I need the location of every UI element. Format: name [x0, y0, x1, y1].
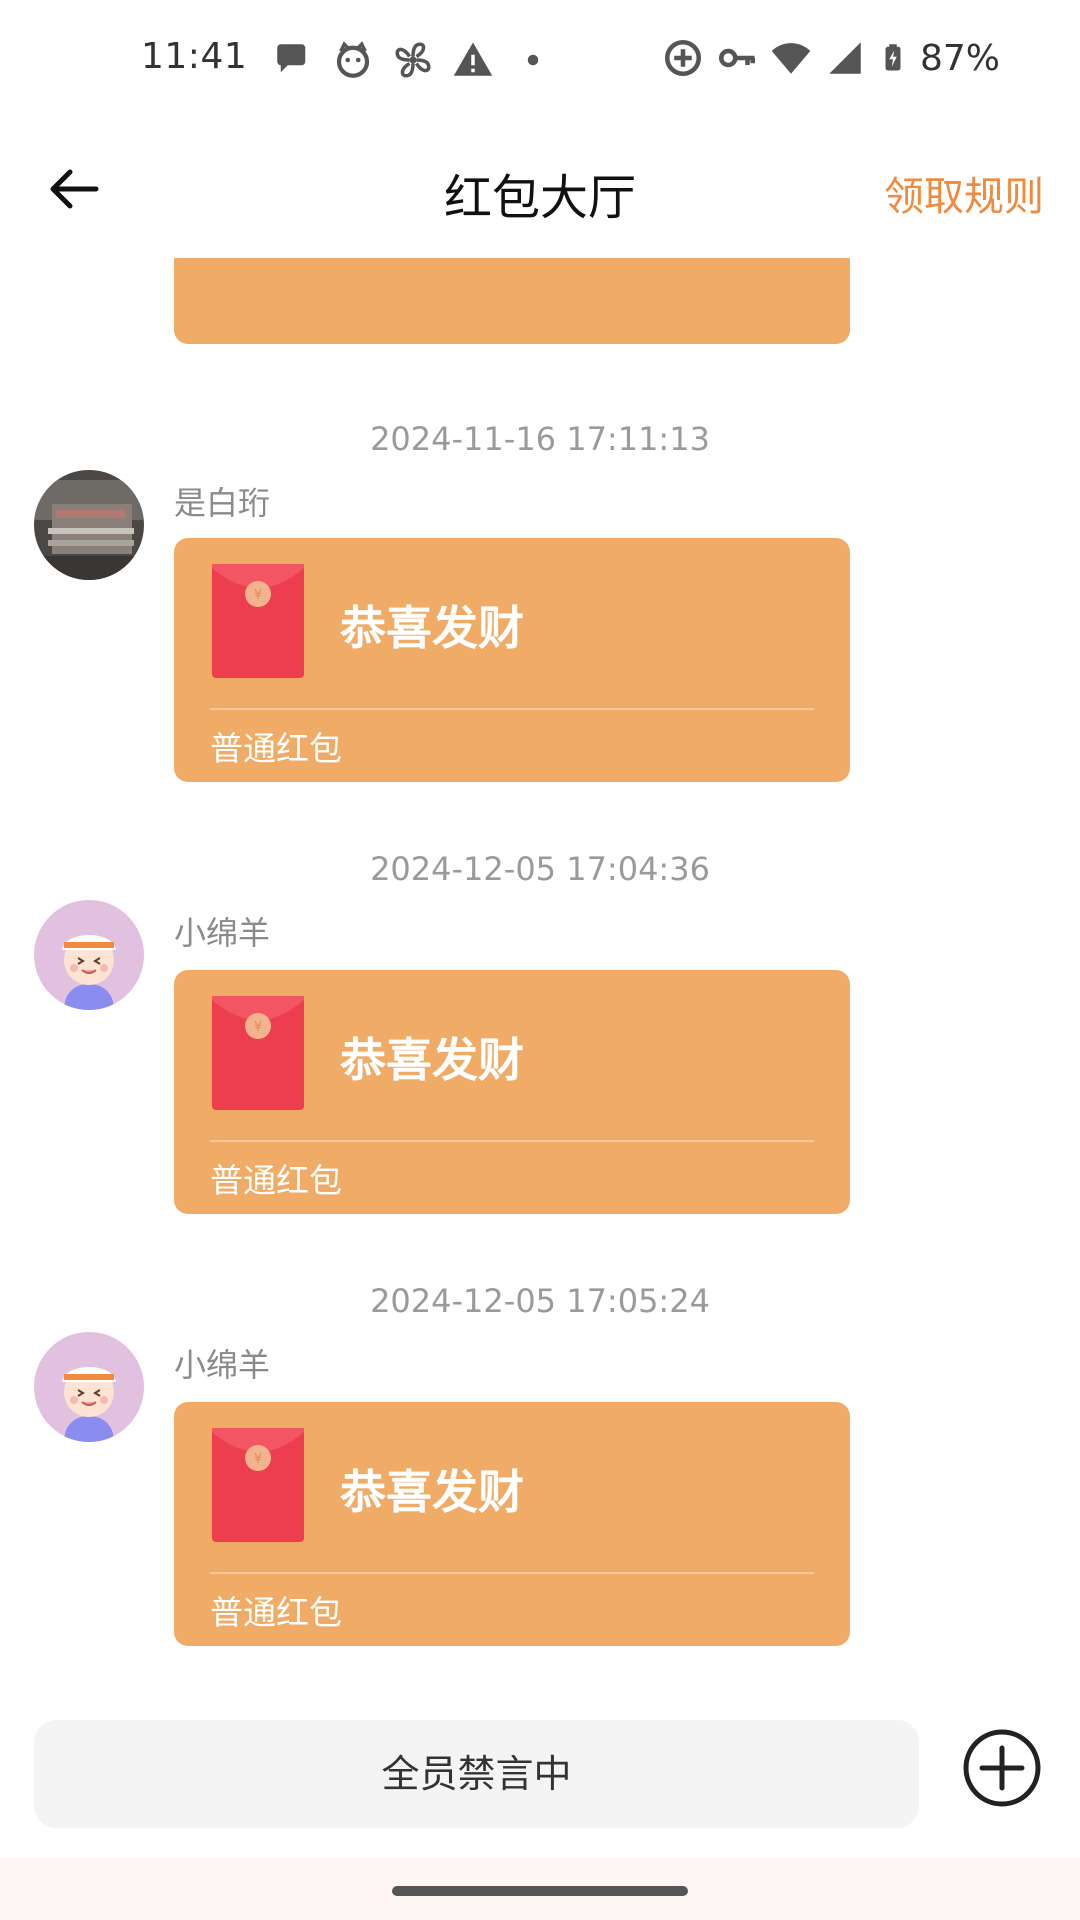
red-packet-card[interactable]: 普通红包	[174, 258, 850, 344]
avatar[interactable]	[34, 900, 144, 1010]
app-header: 红包大厅 领取规则	[0, 118, 1080, 258]
packet-title: 恭喜发财	[340, 1465, 524, 1519]
system-icons: 87%	[662, 36, 1000, 80]
notification-icons	[272, 40, 554, 80]
message-timestamp: 2024-12-05 17:04:36	[370, 850, 710, 888]
dot-icon	[527, 54, 539, 66]
packet-divider	[210, 708, 814, 710]
warning-icon	[453, 42, 493, 76]
red-envelope-icon: ¥	[212, 564, 304, 678]
svg-text:¥: ¥	[254, 1020, 262, 1035]
status-time: 11:41	[141, 36, 248, 77]
sender-name: 小绵羊	[174, 914, 271, 952]
svg-text:¥: ¥	[254, 588, 262, 603]
chat-bubble-icon	[277, 44, 306, 73]
sender-name: 是白珩	[174, 484, 271, 522]
red-envelope-icon: ¥	[212, 996, 304, 1110]
svg-text:¥: ¥	[254, 1452, 262, 1467]
red-packet-card[interactable]: ¥ 恭喜发财 普通红包	[174, 538, 850, 782]
rules-link[interactable]: 领取规则	[884, 164, 1044, 222]
red-packet-card[interactable]: ¥ 恭喜发财 普通红包	[174, 1402, 850, 1646]
wifi-icon	[771, 43, 811, 74]
sender-name: 小绵羊	[174, 1346, 271, 1384]
home-indicator[interactable]	[392, 1886, 688, 1896]
packet-title: 恭喜发财	[340, 1033, 524, 1087]
cell-signal-icon	[829, 42, 861, 74]
packet-divider	[210, 1572, 814, 1574]
battery-percent: 87%	[919, 37, 1000, 79]
status-bar: 11:41 87%	[0, 0, 1080, 118]
packet-type: 普通红包	[210, 1161, 342, 1200]
message-timestamp: 2024-11-16 17:11:13	[370, 420, 710, 458]
red-packet-card[interactable]: ¥ 恭喜发财 普通红包	[174, 970, 850, 1214]
message-timestamp: 2024-12-05 17:05:24	[370, 1282, 710, 1320]
packet-title: 恭喜发财	[340, 601, 524, 655]
message-list[interactable]: 普通红包 2024-11-16 17:11:13 是白珩 ¥ 恭喜发财 普通红包…	[0, 258, 1080, 1698]
data-saver-icon	[664, 39, 702, 77]
packet-type: 普通红包	[210, 729, 342, 768]
avatar[interactable]	[34, 1332, 144, 1442]
packet-divider	[210, 1140, 814, 1142]
avatar[interactable]	[34, 470, 144, 580]
cat-face-icon	[336, 41, 370, 78]
gesture-nav-bar	[0, 1858, 1080, 1920]
red-envelope-icon: ¥	[212, 1428, 304, 1542]
muted-input-bar: 全员禁言中	[34, 1720, 919, 1828]
packet-type: 普通红包	[210, 1593, 342, 1632]
vpn-key-icon	[718, 48, 756, 68]
plus-circle-icon[interactable]	[962, 1728, 1042, 1808]
battery-charging-icon	[885, 44, 901, 71]
fan-icon	[395, 42, 431, 78]
